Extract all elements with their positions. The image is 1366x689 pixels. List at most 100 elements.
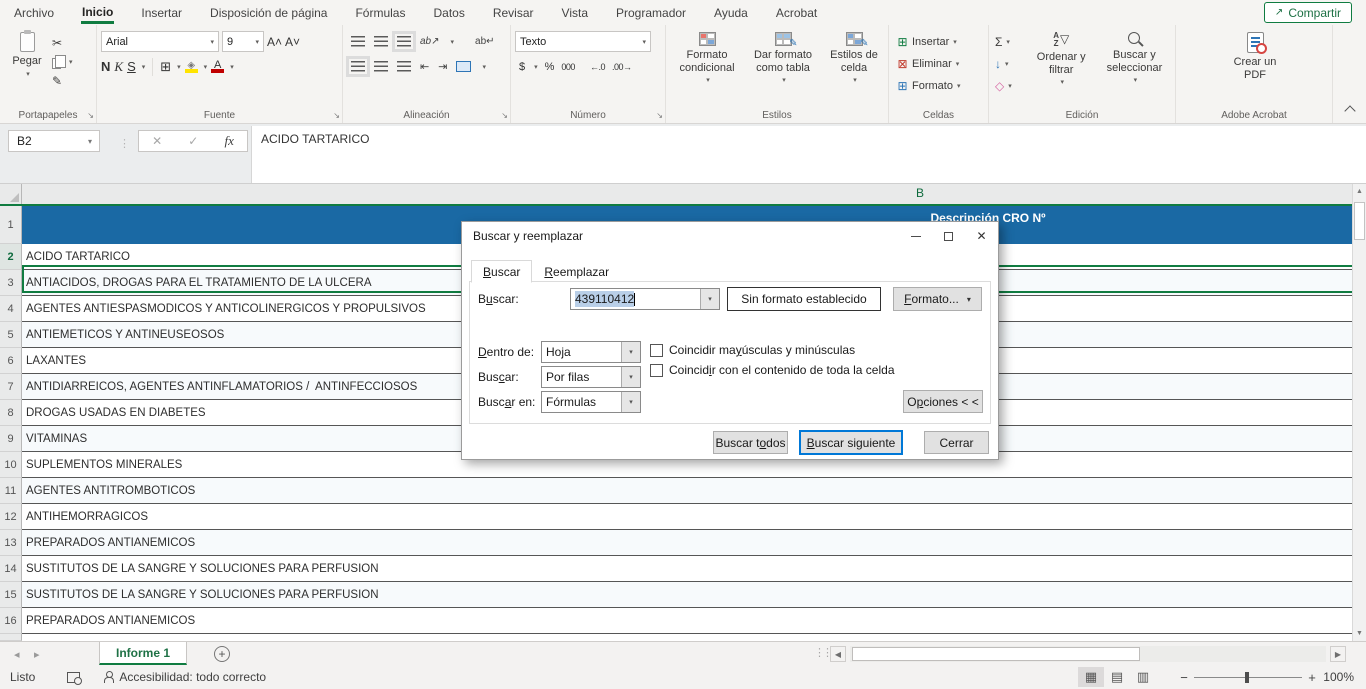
scroll-left-icon[interactable]: ◀ bbox=[830, 646, 846, 662]
row-header[interactable]: 13 bbox=[0, 530, 22, 556]
view-normal-icon[interactable]: ▦ bbox=[1078, 667, 1104, 687]
match-entire-cell-checkbox[interactable]: Coincidir con el contenido de toda la ce… bbox=[650, 363, 895, 377]
tab-acrobat[interactable]: Acrobat bbox=[762, 0, 831, 25]
close-dialog-button[interactable]: Cerrar bbox=[924, 431, 989, 454]
view-page-break-icon[interactable]: ▥ bbox=[1130, 667, 1156, 687]
decrease-indent-button[interactable]: ⇤ bbox=[420, 60, 429, 73]
font-size-combo[interactable]: 9▾ bbox=[222, 31, 264, 52]
dialog-launcher-icon[interactable]: ↘ bbox=[501, 111, 508, 120]
grid-cell[interactable]: PREPARADOS ANTIANEMICOS bbox=[22, 608, 1352, 634]
scroll-up-icon[interactable]: ▲ bbox=[1353, 184, 1366, 199]
borders-button[interactable]: ⊞ bbox=[160, 59, 171, 75]
row-header[interactable]: 3 bbox=[0, 270, 22, 296]
font-color-button[interactable]: A bbox=[211, 60, 224, 73]
shrink-font-button[interactable]: A˅ bbox=[285, 35, 300, 49]
format-preview-button[interactable]: Sin formato establecido bbox=[727, 287, 881, 311]
vertical-scrollbar[interactable]: ▲ ▼ bbox=[1352, 184, 1366, 641]
minimize-button[interactable] bbox=[899, 222, 932, 250]
tab-datos[interactable]: Datos bbox=[419, 0, 478, 25]
zoom-out-button[interactable]: − bbox=[1174, 670, 1194, 685]
find-input-combo[interactable]: 439110412 ▾ bbox=[570, 288, 720, 310]
tab-archivo[interactable]: Archivo bbox=[0, 0, 68, 25]
enter-icon[interactable]: ✓ bbox=[188, 134, 198, 148]
row-header[interactable]: 10 bbox=[0, 452, 22, 478]
chevron-down-icon[interactable]: ▾ bbox=[700, 289, 719, 309]
dialog-launcher-icon[interactable]: ↘ bbox=[333, 111, 340, 120]
chevron-down-icon[interactable]: ▾ bbox=[621, 392, 640, 412]
grid-cell[interactable]: AGENTES ANTITROMBOTICOS bbox=[22, 478, 1352, 504]
cancel-icon[interactable]: ✕ bbox=[152, 134, 162, 148]
tab-revisar[interactable]: Revisar bbox=[479, 0, 548, 25]
options-button[interactable]: Opciones < < bbox=[903, 390, 983, 413]
sort-filter-button[interactable]: AZ▽ Ordenar y filtrar▾ bbox=[1027, 29, 1096, 123]
fill-color-button[interactable]: ◈ bbox=[185, 61, 198, 73]
align-middle-button[interactable] bbox=[374, 36, 388, 47]
horizontal-scroll-thumb[interactable] bbox=[852, 647, 1140, 661]
maximize-button[interactable] bbox=[932, 222, 965, 250]
italic-button[interactable]: K bbox=[114, 59, 123, 75]
chevron-down-icon[interactable]: ▾ bbox=[621, 342, 640, 362]
find-select-button[interactable]: Buscar y seleccionar▾ bbox=[1096, 29, 1173, 123]
paste-button[interactable]: Pegar ▾ bbox=[4, 29, 50, 123]
scroll-right-icon[interactable]: ▶ bbox=[1330, 646, 1346, 662]
format-as-table-button[interactable]: ✎ Dar formato como tabla▾ bbox=[745, 29, 821, 123]
bold-button[interactable]: N bbox=[101, 59, 110, 74]
look-in-select[interactable]: Fórmulas▾ bbox=[541, 391, 641, 413]
close-button[interactable]: ✕ bbox=[965, 222, 998, 250]
within-select[interactable]: Hoja▾ bbox=[541, 341, 641, 363]
format-cells-button[interactable]: ⊞Formato▾ bbox=[893, 76, 986, 95]
sheet-next-icon[interactable]: ▸ bbox=[34, 642, 40, 666]
scroll-down-icon[interactable]: ▼ bbox=[1353, 626, 1366, 641]
align-top-button[interactable] bbox=[351, 36, 365, 47]
tab-inicio[interactable]: Inicio bbox=[68, 0, 127, 25]
cut-button[interactable]: ✂ bbox=[50, 33, 75, 52]
autosum-button[interactable]: Σ▾ bbox=[993, 32, 1027, 51]
conditional-formatting-button[interactable]: Formato condicional▾ bbox=[671, 29, 743, 123]
chevron-down-icon[interactable]: ▾ bbox=[621, 367, 640, 387]
row-header[interactable]: 15 bbox=[0, 582, 22, 608]
tab-programador[interactable]: Programador bbox=[602, 0, 700, 25]
clear-button[interactable]: ◇▾ bbox=[993, 76, 1027, 95]
number-format-combo[interactable]: Texto▾ bbox=[515, 31, 651, 52]
view-page-layout-icon[interactable]: ▤ bbox=[1104, 667, 1130, 687]
comma-style-button[interactable]: 000 bbox=[561, 62, 575, 72]
dialog-launcher-icon[interactable]: ↘ bbox=[87, 111, 94, 120]
fill-button[interactable]: ↓▾ bbox=[993, 54, 1027, 73]
row-header[interactable]: 12 bbox=[0, 504, 22, 530]
copy-button[interactable]: ▾ bbox=[50, 52, 75, 71]
wrap-text-button[interactable]: ab↵ bbox=[475, 36, 495, 47]
increase-indent-button[interactable]: ⇥ bbox=[438, 60, 447, 73]
row-header[interactable]: 9 bbox=[0, 426, 22, 452]
macro-record-icon[interactable] bbox=[67, 672, 80, 683]
tab-vista[interactable]: Vista bbox=[548, 0, 602, 25]
align-right-button[interactable] bbox=[397, 61, 411, 72]
sheet-prev-icon[interactable]: ◂ bbox=[14, 642, 20, 666]
decrease-decimal-button[interactable]: .00→ bbox=[612, 62, 632, 72]
tab-disposicion[interactable]: Disposición de página bbox=[196, 0, 341, 25]
match-case-checkbox[interactable]: Coincidir mayúsculas y minúsculas bbox=[650, 343, 855, 357]
row-header[interactable]: 4 bbox=[0, 296, 22, 322]
name-box[interactable]: B2 ▾ bbox=[8, 130, 100, 152]
tab-reemplazar[interactable]: Reemplazar bbox=[532, 260, 621, 283]
format-painter-button[interactable]: ✎ bbox=[50, 71, 75, 90]
merge-center-button[interactable] bbox=[456, 61, 471, 72]
accessibility-status[interactable]: Accesibilidad: todo correcto bbox=[119, 670, 266, 684]
tab-ayuda[interactable]: Ayuda bbox=[700, 0, 762, 25]
zoom-slider-thumb[interactable] bbox=[1245, 672, 1249, 683]
tab-formulas[interactable]: Fórmulas bbox=[341, 0, 419, 25]
align-center-button[interactable] bbox=[374, 61, 388, 72]
formula-input[interactable]: ACIDO TARTARICO bbox=[251, 126, 1366, 183]
row-header[interactable]: 1 bbox=[0, 206, 22, 244]
find-next-button[interactable]: Buscar siguiente bbox=[799, 430, 903, 455]
sheet-tab-informe1[interactable]: Informe 1 bbox=[99, 642, 187, 665]
insert-function-icon[interactable]: fx bbox=[225, 133, 234, 149]
font-name-combo[interactable]: Arial▾ bbox=[101, 31, 219, 52]
share-button[interactable]: ↗ Compartir bbox=[1264, 2, 1352, 23]
zoom-level[interactable]: 100% bbox=[1322, 670, 1366, 684]
grid-cell[interactable]: PREPARADOS ANTIANEMICOS bbox=[22, 530, 1352, 556]
column-header-b[interactable]: B bbox=[880, 186, 960, 200]
zoom-slider[interactable] bbox=[1194, 677, 1302, 678]
scrollbar-grip[interactable]: ⋮⋮ bbox=[814, 646, 830, 659]
grid-cell[interactable]: SUSTITUTOS DE LA SANGRE Y SOLUCIONES PAR… bbox=[22, 556, 1352, 582]
accounting-format-button[interactable]: $ bbox=[519, 61, 525, 73]
